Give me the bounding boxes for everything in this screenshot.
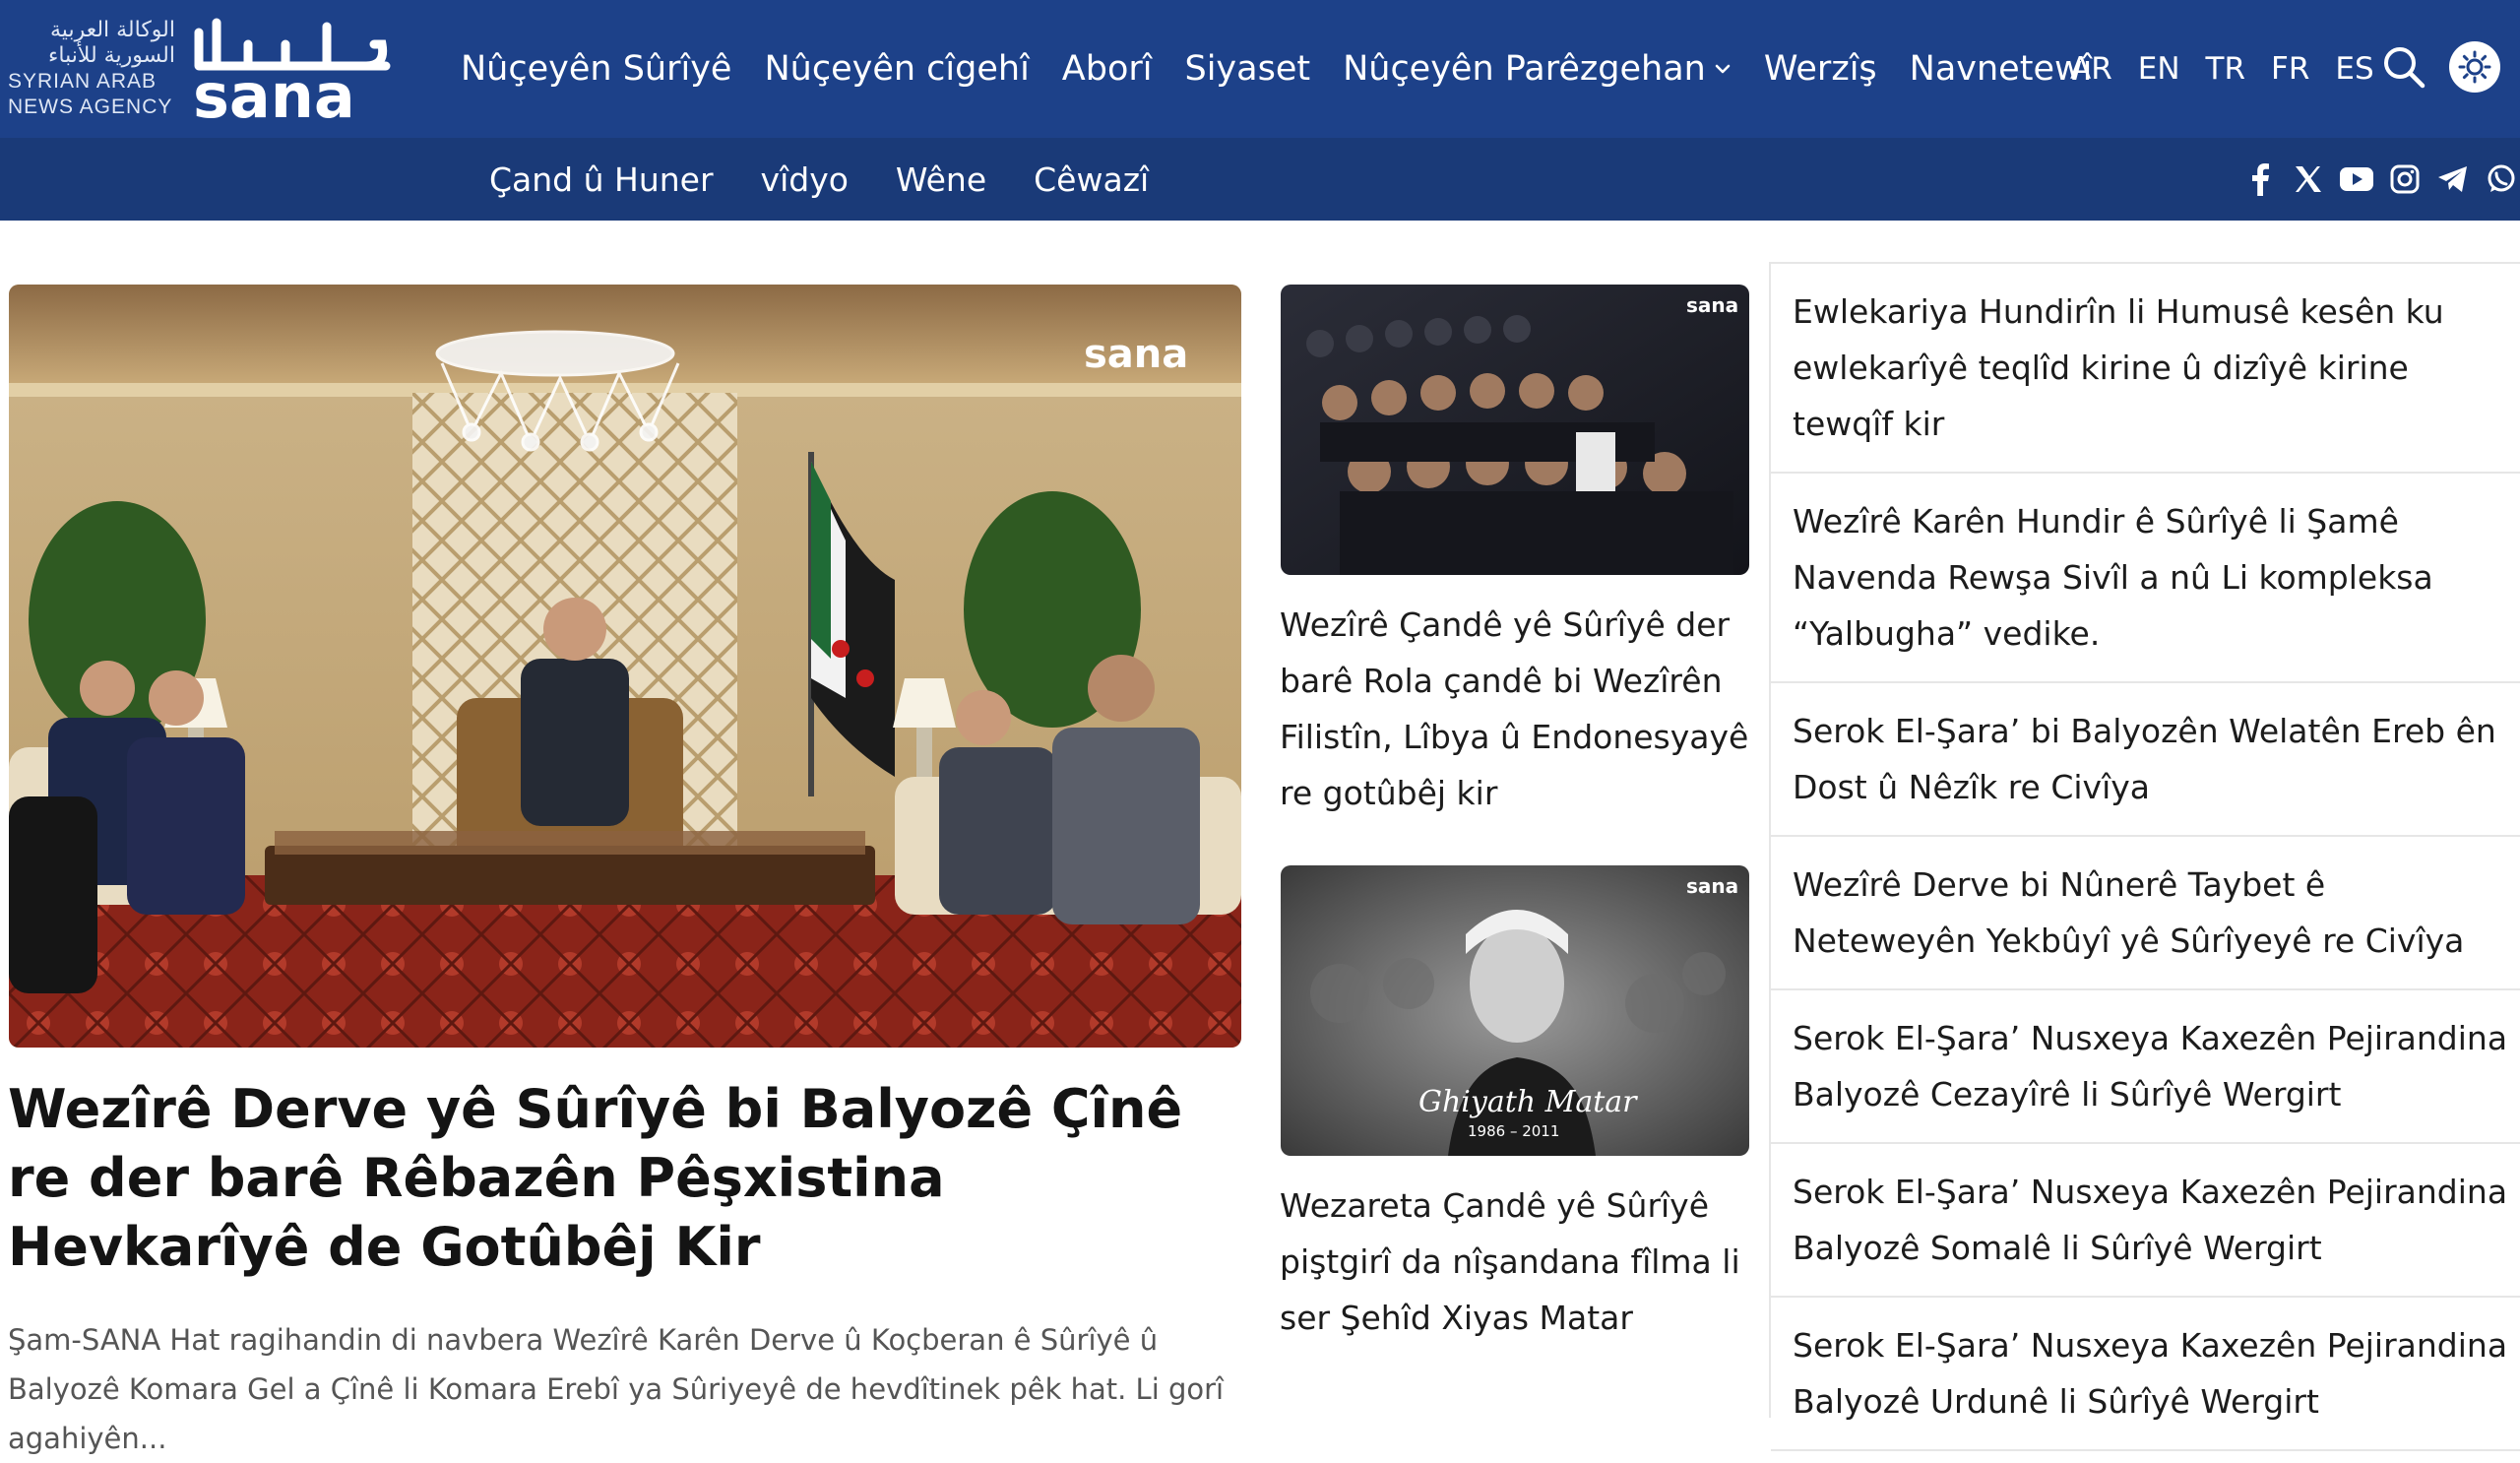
theme-toggle-button[interactable] bbox=[2449, 41, 2500, 93]
lang-tr[interactable]: TR bbox=[2206, 51, 2245, 87]
youtube-link[interactable] bbox=[2339, 161, 2374, 197]
main-nav: Nûçeyên Sûrîyê Nûçeyên cîgehî Aborî Siya… bbox=[461, 39, 2124, 98]
lang-es[interactable]: ES bbox=[2335, 51, 2373, 87]
nav-label: Aborî bbox=[1061, 49, 1153, 89]
nav-navnetewi[interactable]: Navnetewî bbox=[1910, 49, 2093, 89]
subnav-cewazi[interactable]: Cêwazî bbox=[1034, 160, 1149, 199]
x-link[interactable] bbox=[2291, 161, 2326, 197]
secondary-nav-bar: Çand û Huner vîdyo Wêne Cêwazî bbox=[0, 138, 2520, 221]
middle-story-2-image[interactable]: Ghiyath Matar 1986 – 2011 sana bbox=[1281, 865, 1749, 1156]
nav-parezgehan-dropdown[interactable]: Nûçeyên Parêzgehan bbox=[1343, 49, 1732, 89]
whatsapp-link[interactable] bbox=[2484, 161, 2519, 197]
middle-story-2-title[interactable]: Wezareta Çandê yê Sûrîyê piştgirî da nîş… bbox=[1280, 1177, 1752, 1346]
list-item[interactable]: Serok El-Şara’ Nusxeya Kaxezên Pejirandi… bbox=[1771, 1144, 2520, 1298]
svg-text:sana: sana bbox=[193, 60, 355, 123]
photo-watermark: sana bbox=[1686, 293, 1738, 317]
logo-text: الوكالة العربية السورية للأنباء SYRIAN A… bbox=[8, 18, 175, 120]
logo-english-line-1: SYRIAN ARAB bbox=[8, 70, 158, 93]
nav-abori[interactable]: Aborî bbox=[1062, 49, 1153, 89]
sana-wordmark-logo: sana bbox=[193, 18, 391, 123]
lang-fr[interactable]: FR bbox=[2271, 51, 2309, 87]
search-icon bbox=[2384, 47, 2426, 89]
portrait-photo: Ghiyath Matar 1986 – 2011 sana bbox=[1281, 865, 1749, 1156]
nav-siyaset[interactable]: Siyaset bbox=[1184, 49, 1310, 89]
subnav-wene[interactable]: Wêne bbox=[896, 160, 986, 199]
list-item[interactable]: Ewlekariya Hundirîn li Humusê kesên ku e… bbox=[1771, 264, 2520, 474]
nav-label: Werzîş bbox=[1763, 49, 1877, 89]
facebook-link[interactable] bbox=[2242, 161, 2278, 197]
instagram-link[interactable] bbox=[2387, 161, 2423, 197]
photo-watermark: sana bbox=[1686, 874, 1738, 898]
nav-suriye[interactable]: Nûçeyên Sûrîyê bbox=[461, 49, 731, 89]
conference-photo: sana bbox=[1281, 285, 1749, 575]
search-button[interactable] bbox=[2376, 39, 2431, 95]
facebook-icon bbox=[2252, 163, 2269, 196]
lang-en[interactable]: EN bbox=[2138, 51, 2180, 87]
photo-watermark: sana bbox=[1084, 332, 1188, 377]
subnav-cand-huner[interactable]: Çand û Huner bbox=[489, 160, 714, 199]
instagram-icon bbox=[2390, 164, 2420, 194]
portrait-caption-name: Ghiyath Matar bbox=[1418, 1085, 1638, 1119]
nav-werzis[interactable]: Werzîş bbox=[1764, 49, 1877, 89]
latest-news-list: Ewlekariya Hundirîn li Humusê kesên ku e… bbox=[1769, 262, 2520, 1451]
logo-arabic-line-2: السورية للأنباء bbox=[48, 43, 175, 68]
x-icon bbox=[2296, 166, 2321, 192]
meeting-photo: sana bbox=[9, 285, 1241, 1048]
nav-label: Nûçeyên cîgehî bbox=[764, 49, 1030, 89]
nav-label: Nûçeyên Sûrîyê bbox=[461, 49, 732, 89]
list-item[interactable]: Serok El-Şara’ Nusxeya Kaxezên Pejirandi… bbox=[1771, 990, 2520, 1144]
list-item[interactable]: Wezîrê Derve bi Nûnerê Taybet ê Neteweyê… bbox=[1771, 837, 2520, 990]
whatsapp-icon bbox=[2488, 164, 2515, 192]
lead-story-excerpt: Şam-SANA Hat ragihandin di navbera Wezîr… bbox=[8, 1323, 1225, 1455]
social-links bbox=[2242, 158, 2520, 201]
portrait-caption-years: 1986 – 2011 bbox=[1468, 1122, 1559, 1140]
middle-story-1-image[interactable]: sana bbox=[1281, 285, 1749, 575]
list-item[interactable]: Wezîrê Karên Hundir ê Sûrîyê li Şamê Nav… bbox=[1771, 474, 2520, 683]
telegram-link[interactable] bbox=[2435, 161, 2471, 197]
list-item[interactable]: Serok El-Şara’ bi Balyozên Welatên Ereb … bbox=[1771, 683, 2520, 837]
lead-story-image[interactable]: sana bbox=[9, 285, 1241, 1048]
youtube-icon bbox=[2340, 167, 2373, 191]
list-item[interactable]: Serok El-Şara’ Nusxeya Kaxezên Pejirandi… bbox=[1771, 1298, 2520, 1451]
secondary-nav: Çand û Huner vîdyo Wêne Cêwazî bbox=[489, 158, 1196, 201]
logo-arabic-line-1: الوكالة العربية bbox=[50, 18, 175, 42]
lang-ar[interactable]: AR bbox=[2070, 51, 2112, 87]
logo-english-line-2: NEWS AGENCY bbox=[8, 95, 173, 118]
middle-story-1-title[interactable]: Wezîrê Çandê yê Sûrîyê der barê Rola çan… bbox=[1280, 597, 1752, 821]
subnav-video[interactable]: vîdyo bbox=[761, 160, 849, 199]
nav-label: Siyaset bbox=[1184, 49, 1311, 89]
nav-cigehi[interactable]: Nûçeyên cîgehî bbox=[764, 49, 1029, 89]
top-header: الوكالة العربية السورية للأنباء SYRIAN A… bbox=[0, 0, 2520, 138]
nav-label: Nûçeyên Parêzgehan bbox=[1343, 49, 1706, 89]
chevron-down-icon bbox=[1715, 64, 1731, 74]
site-logo[interactable]: الوكالة العربية السورية للأنباء SYRIAN A… bbox=[8, 12, 396, 126]
lead-story-title[interactable]: Wezîrê Derve yê Sûrîyê bi Balyozê Çînê r… bbox=[8, 1075, 1238, 1282]
sun-icon bbox=[2458, 50, 2491, 84]
telegram-icon bbox=[2438, 166, 2467, 192]
language-switcher: AR EN TR FR ES bbox=[2070, 43, 2400, 95]
nav-label: Navnetewî bbox=[1909, 49, 2093, 89]
